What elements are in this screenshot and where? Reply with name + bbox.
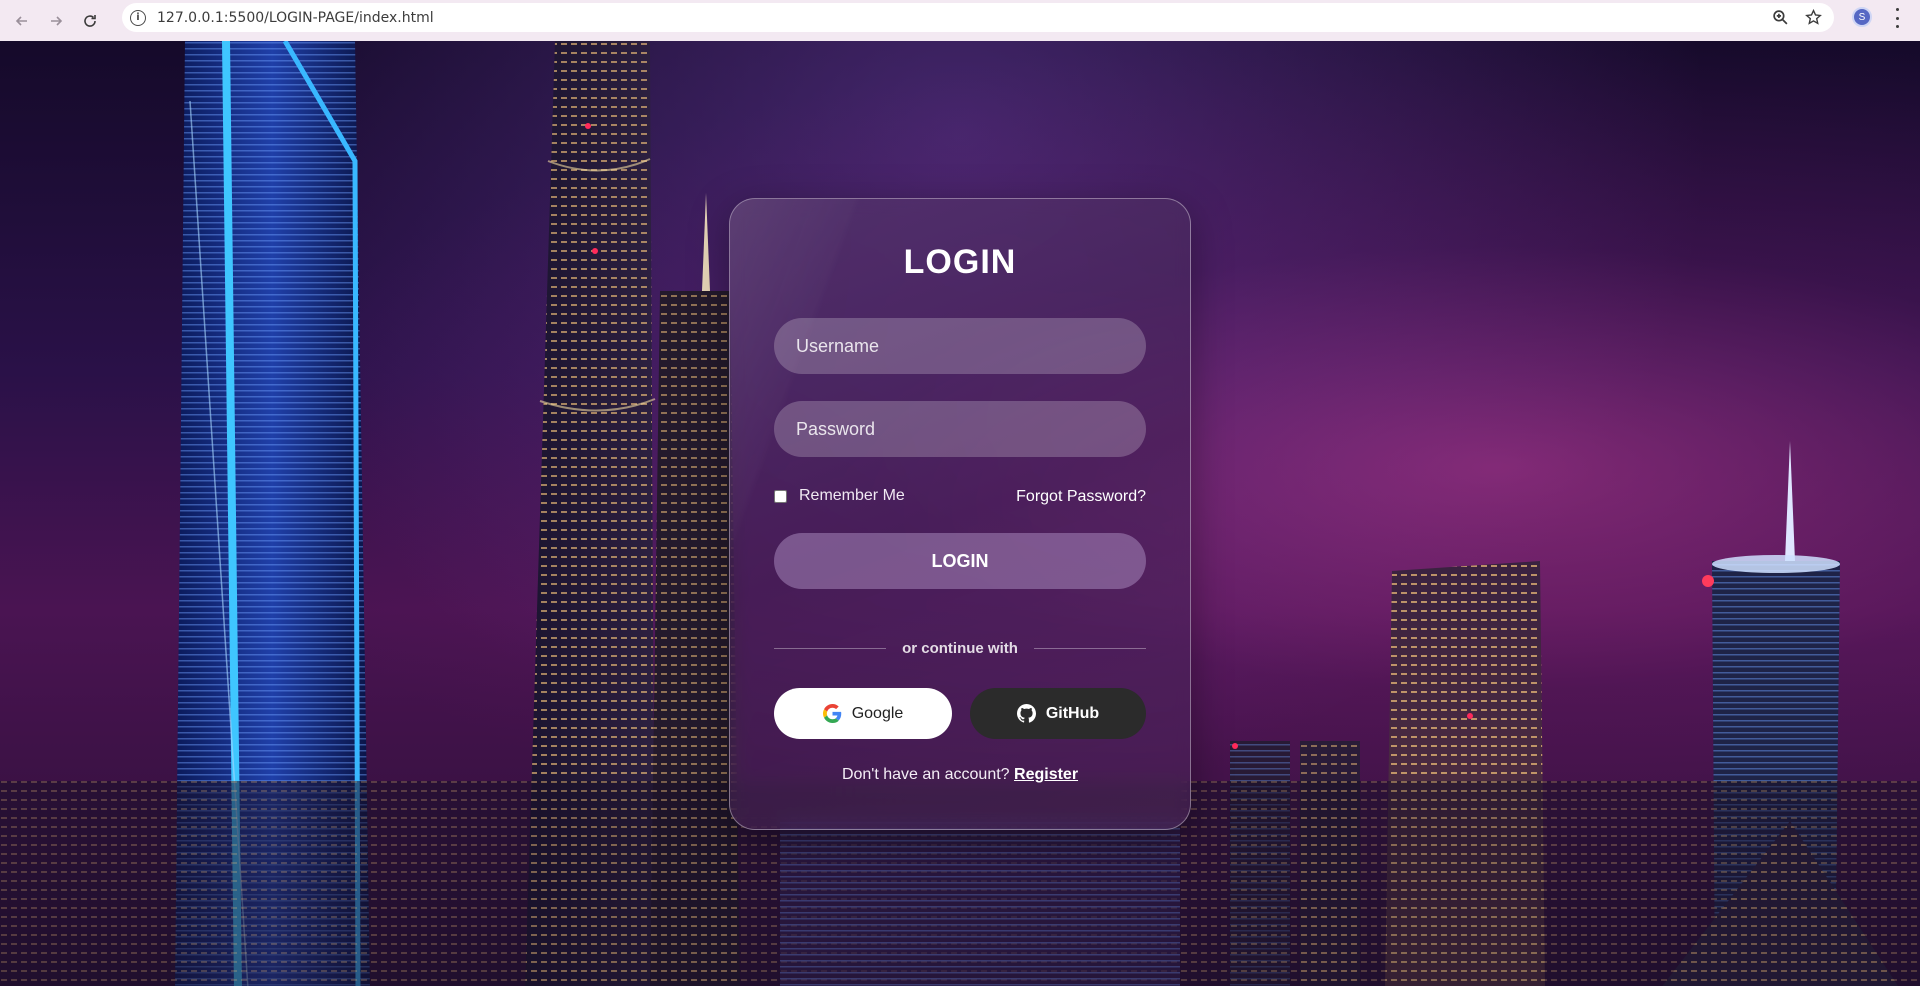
google-icon (822, 704, 841, 723)
divider-line-right (1033, 647, 1147, 649)
github-login-button[interactable]: GitHub (970, 688, 1146, 739)
kebab-menu-icon[interactable] (1888, 8, 1906, 28)
github-icon (1016, 704, 1036, 723)
forward-button[interactable] (44, 9, 68, 33)
divider-line-left (774, 647, 887, 649)
google-label: Google (851, 704, 904, 722)
forgot-password-link[interactable]: Forgot Password? (1016, 488, 1146, 506)
login-title: LOGIN (903, 243, 1017, 281)
password-input[interactable] (774, 401, 1146, 457)
back-button[interactable] (10, 9, 34, 33)
register-line: Don't have an account? Register (730, 766, 1190, 784)
profile-avatar[interactable]: S (1852, 7, 1872, 27)
register-link[interactable]: Register (1014, 766, 1078, 783)
omnibox-actions (1772, 3, 1822, 32)
address-bar[interactable]: i 127.0.0.1:5500/LOGIN-PAGE/index.html (122, 3, 1834, 32)
info-icon[interactable]: i (130, 9, 146, 26)
remember-me[interactable]: Remember Me (774, 487, 905, 505)
github-label: GitHub (1045, 704, 1100, 722)
browser-toolbar: i 127.0.0.1:5500/LOGIN-PAGE/index.html S (0, 0, 1920, 41)
divider-text: or continue with (902, 639, 1018, 657)
arrow-right-icon (51, 15, 63, 26)
remember-me-label: Remember Me (799, 487, 905, 504)
star-icon[interactable] (1805, 9, 1822, 26)
register-prompt: Don't have an account? (841, 766, 1010, 783)
login-card: LOGIN Remember Me Forgot Password? LOGIN… (729, 198, 1191, 830)
login-button[interactable]: LOGIN (774, 533, 1146, 589)
google-login-button[interactable]: Google (774, 688, 952, 739)
remember-me-checkbox[interactable] (774, 489, 787, 503)
arrow-left-icon (15, 15, 27, 26)
username-input[interactable] (774, 318, 1146, 374)
divider: or continue with (774, 638, 1147, 658)
page-background: LOGIN Remember Me Forgot Password? LOGIN… (0, 41, 1920, 989)
reload-icon (84, 14, 96, 27)
url-text[interactable]: 127.0.0.1:5500/LOGIN-PAGE/index.html (157, 10, 434, 26)
reload-button[interactable] (78, 9, 102, 33)
zoom-icon[interactable] (1772, 9, 1789, 26)
